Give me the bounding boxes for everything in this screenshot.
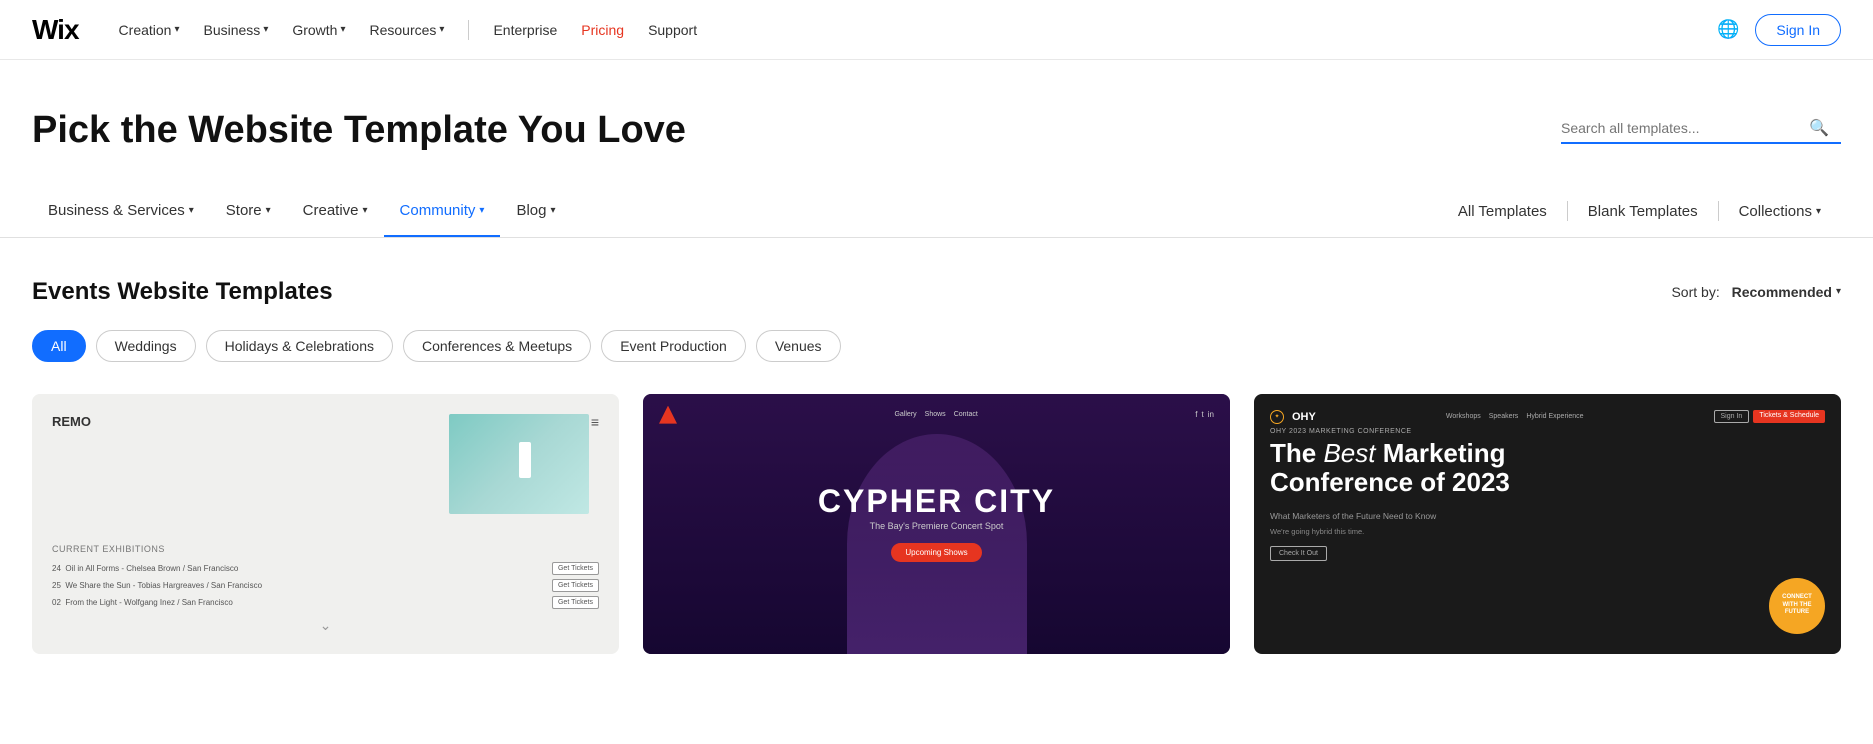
ohy-tickets-btn: Tickets & Schedule (1753, 410, 1825, 423)
cat-item-store[interactable]: Store ▾ (210, 186, 287, 237)
filter-tag-conferences[interactable]: Conferences & Meetups (403, 330, 591, 362)
cat-item-creative[interactable]: Creative ▾ (287, 186, 384, 237)
ohy-nav: Workshops Speakers Hybrid Experience (1446, 413, 1584, 420)
remo-logo: REMO (52, 414, 91, 430)
search-icon[interactable]: 🔍 (1809, 118, 1829, 138)
filter-tag-event-production[interactable]: Event Production (601, 330, 746, 362)
category-navigation: Business & Services ▾ Store ▾ Creative ▾… (0, 186, 1873, 238)
template-preview-cypher: Gallery Shows Contact f t in CYPHER CITY… (643, 394, 1230, 654)
nav-item-resources[interactable]: Resources ▾ (362, 18, 453, 42)
ohy-action-buttons: Sign In Tickets & Schedule (1714, 410, 1825, 423)
chevron-down-icon: ▾ (363, 205, 368, 216)
nav-separator (468, 20, 469, 40)
chevron-down-icon: ▾ (189, 205, 194, 216)
main-content: Events Website Templates Sort by: Recomm… (0, 238, 1873, 694)
ohy-sub: We're going hybrid this time. (1270, 527, 1825, 536)
nav-item-enterprise[interactable]: Enterprise (485, 18, 565, 42)
nav-item-support[interactable]: Support (640, 18, 705, 42)
search-area: 🔍 (1561, 118, 1841, 144)
remo-content: Current Exhibitions 24 Oil in All Forms … (52, 544, 599, 634)
remo-row-2: 25 We Share the Sun - Tobias Hargreaves … (52, 579, 599, 592)
filter-tags: All Weddings Holidays & Celebrations Con… (32, 330, 1841, 362)
sign-in-button[interactable]: Sign In (1755, 14, 1841, 46)
remo-ticket-btn-2: Get Tickets (552, 579, 599, 592)
remo-figure (519, 442, 531, 478)
remo-ticket-btn-1: Get Tickets (552, 562, 599, 575)
cat-item-community[interactable]: Community ▾ (384, 186, 501, 237)
section-header: Events Website Templates Sort by: Recomm… (32, 278, 1841, 306)
cypher-nav: Gallery Shows Contact (894, 411, 977, 418)
collections-dropdown[interactable]: Collections ▾ (1719, 187, 1841, 236)
ohy-signin-btn: Sign In (1714, 410, 1750, 423)
ohy-logo-text: OHY (1292, 411, 1316, 423)
sort-control[interactable]: Sort by: Recommended ▾ (1671, 284, 1841, 300)
filter-tag-all[interactable]: All (32, 330, 86, 362)
ohy-logo-icon: ✦ (1270, 410, 1284, 424)
page-title: Pick the Website Template You Love (32, 108, 686, 154)
templates-grid: REMO ≡ Current Exhibitions 24 Oil in All… (32, 394, 1841, 654)
top-navigation: Wix Creation ▾ Business ▾ Growth ▾ Resou… (0, 0, 1873, 60)
cypher-title: CYPHER CITY (818, 485, 1055, 517)
hero-section: Pick the Website Template You Love 🔍 (0, 60, 1873, 186)
cypher-header: Gallery Shows Contact f t in (643, 406, 1230, 424)
filter-tag-holidays[interactable]: Holidays & Celebrations (206, 330, 393, 362)
cypher-social: f t in (1195, 410, 1214, 419)
remo-menu-icon: ≡ (591, 414, 599, 430)
remo-row-1: 24 Oil in All Forms - Chelsea Brown / Sa… (52, 562, 599, 575)
search-input[interactable] (1561, 120, 1801, 136)
filter-tag-weddings[interactable]: Weddings (96, 330, 196, 362)
ohy-badge: CONNECTWITH THEFUTURE (1769, 578, 1825, 634)
remo-subtitle: Current Exhibitions (52, 544, 599, 554)
cypher-content: CYPHER CITY The Bay's Premiere Concert S… (818, 485, 1055, 562)
ohy-header: ✦ OHY Workshops Speakers Hybrid Experien… (1270, 410, 1825, 424)
chevron-down-icon: ▾ (550, 205, 555, 216)
cypher-btn: Upcoming Shows (891, 543, 981, 562)
remo-row-3: 02 From the Light - Wolfgang Inez / San … (52, 596, 599, 609)
chevron-down-icon: ▾ (1816, 206, 1821, 217)
chevron-down-icon: ▾ (340, 24, 345, 35)
template-preview-ohy: ✦ OHY Workshops Speakers Hybrid Experien… (1254, 394, 1841, 654)
cat-right: All Templates Blank Templates Collection… (1438, 187, 1841, 236)
nav-item-pricing[interactable]: Pricing (573, 18, 632, 42)
chevron-down-icon: ▾ (263, 24, 268, 35)
ohy-badge-text: CONNECTWITH THEFUTURE (1782, 594, 1812, 617)
template-card-ohy[interactable]: ✦ OHY Workshops Speakers Hybrid Experien… (1254, 394, 1841, 654)
cat-item-blog[interactable]: Blog ▾ (500, 186, 571, 237)
nav-item-growth[interactable]: Growth ▾ (284, 18, 353, 42)
wix-logo: Wix (32, 14, 79, 46)
cat-item-business-services[interactable]: Business & Services ▾ (32, 186, 210, 237)
ohy-conference-tag: OHY 2023 MARKETING CONFERENCE (1270, 428, 1825, 435)
globe-icon[interactable]: 🌐 (1717, 19, 1739, 40)
nav-item-creation[interactable]: Creation ▾ (111, 18, 188, 42)
chevron-down-icon: ▾ (266, 205, 271, 216)
ohy-description: What Marketers of the Future Need to Kno… (1270, 510, 1825, 523)
cypher-subtitle: The Bay's Premiere Concert Spot (818, 521, 1055, 531)
template-preview-remo: REMO ≡ Current Exhibitions 24 Oil in All… (32, 394, 619, 654)
chevron-down-icon: ▾ (1836, 286, 1841, 297)
ohy-main-title: The Best MarketingConference of 2023 (1270, 439, 1825, 499)
filter-tag-venues[interactable]: Venues (756, 330, 841, 362)
chevron-down-icon: ▾ (479, 205, 484, 216)
cypher-logo-icon (659, 406, 677, 424)
all-templates-link[interactable]: All Templates (1438, 187, 1567, 236)
remo-ticket-btn-3: Get Tickets (552, 596, 599, 609)
chevron-down-icon: ▾ (174, 24, 179, 35)
nav-right: 🌐 Sign In (1717, 14, 1841, 46)
nav-item-business[interactable]: Business ▾ (196, 18, 277, 42)
section-title: Events Website Templates (32, 278, 333, 306)
chevron-down-icon: ▾ (439, 24, 444, 35)
template-card-remo[interactable]: REMO ≡ Current Exhibitions 24 Oil in All… (32, 394, 619, 654)
template-card-cypher[interactable]: Gallery Shows Contact f t in CYPHER CITY… (643, 394, 1230, 654)
remo-more-icon: ⌄ (52, 617, 599, 634)
ohy-check-btn: Check It Out (1270, 546, 1327, 561)
blank-templates-link[interactable]: Blank Templates (1568, 187, 1718, 236)
